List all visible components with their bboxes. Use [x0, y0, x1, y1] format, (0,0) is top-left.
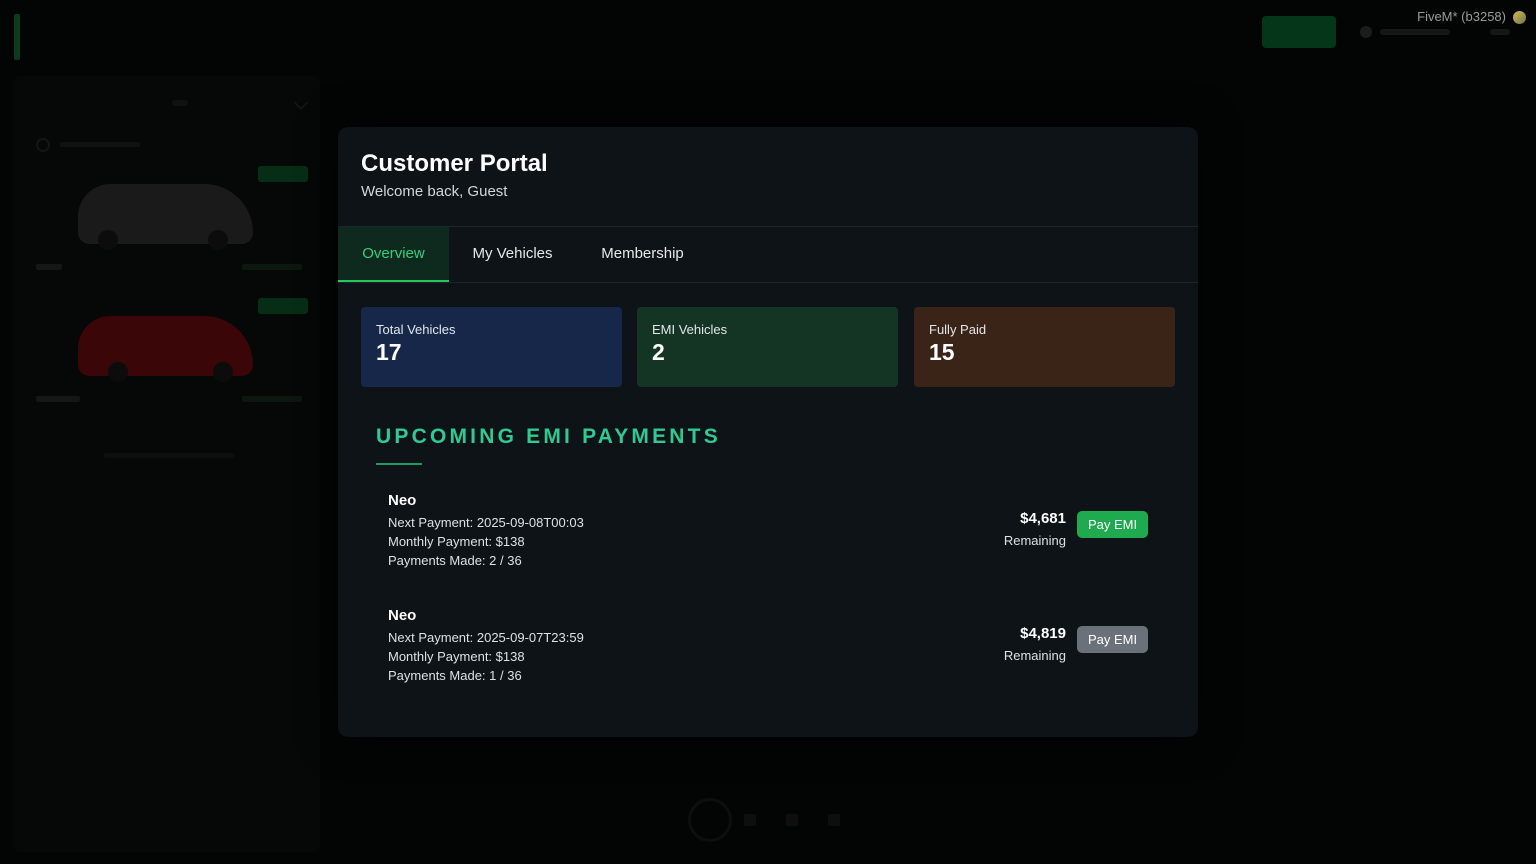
portal-tabs: Overview My Vehicles Membership	[338, 227, 1198, 283]
background-dock-icon	[786, 814, 798, 826]
background-vehicle-card	[28, 298, 308, 418]
background-car-wheel	[108, 362, 128, 382]
modal-welcome-text: Welcome back, Guest	[361, 183, 508, 200]
background-user-info	[1360, 24, 1510, 40]
stat-label: EMI Vehicles	[652, 322, 728, 337]
stat-value: 17	[376, 339, 402, 365]
stat-value: 2	[652, 339, 665, 365]
background-search-icon	[36, 138, 50, 152]
stat-card-total-vehicles: Total Vehicles 17	[361, 307, 622, 387]
pay-emi-button[interactable]: Pay EMI	[1077, 626, 1148, 653]
emi-next-payment: Next Payment: 2025-09-08T00:03	[388, 515, 584, 530]
tab-membership[interactable]: Membership	[576, 227, 709, 282]
background-dealer-title	[30, 22, 38, 47]
tab-my-vehicles[interactable]: My Vehicles	[449, 227, 576, 282]
fivem-logo-icon	[1513, 11, 1526, 24]
background-sidebar-title	[32, 88, 46, 113]
background-user-name	[1380, 29, 1450, 35]
emi-payments-made: Payments Made: 1 / 36	[388, 668, 522, 683]
stat-value: 15	[929, 339, 955, 365]
stat-label: Total Vehicles	[376, 322, 456, 337]
emi-payments-made: Payments Made: 2 / 36	[388, 553, 522, 568]
stat-card-emi-vehicles: EMI Vehicles 2	[637, 307, 898, 387]
background-count-pill	[172, 100, 188, 106]
stat-card-fully-paid: Fully Paid 15	[914, 307, 1175, 387]
emi-remaining-amount: $4,681	[1020, 510, 1066, 527]
fivem-build-tag: FiveM* (b3258)	[1417, 9, 1506, 24]
background-header-button	[1262, 16, 1336, 48]
emi-monthly-payment: Monthly Payment: $138	[388, 534, 525, 549]
background-dock-ring-icon	[688, 798, 732, 842]
background-accent-bar	[14, 14, 20, 60]
background-search	[36, 138, 156, 152]
emi-payment-item: Neo Next Payment: 2025-09-07T23:59 Month…	[376, 607, 1158, 707]
background-search-placeholder	[60, 142, 140, 147]
background-car-wheel	[208, 230, 228, 250]
pay-emi-button[interactable]: Pay EMI	[1077, 511, 1148, 538]
background-card-badge	[258, 298, 308, 314]
emi-payment-item: Neo Next Payment: 2025-09-08T00:03 Month…	[376, 492, 1158, 592]
background-vehicle-card	[28, 166, 308, 286]
background-dock-icon	[744, 814, 756, 826]
background-chevron-icon	[293, 95, 309, 111]
emi-remaining-amount: $4,819	[1020, 625, 1066, 642]
background-card-name	[36, 396, 80, 402]
background-user-avatar	[1360, 26, 1372, 38]
background-card-badge	[258, 166, 308, 182]
background-user-extra	[1490, 29, 1510, 35]
customer-portal-modal: Customer Portal Welcome back, Guest Over…	[338, 127, 1198, 737]
background-vehicle-sidebar	[14, 76, 320, 852]
emi-next-payment: Next Payment: 2025-09-07T23:59	[388, 630, 584, 645]
emi-vehicle-name: Neo	[388, 492, 417, 509]
background-sidebar-footer	[104, 453, 234, 458]
modal-header: Customer Portal Welcome back, Guest	[338, 127, 1198, 227]
background-card-name	[36, 264, 62, 270]
heading-underline	[376, 463, 422, 465]
upcoming-emi-heading: UPCOMING EMI PAYMENTS	[376, 425, 721, 448]
background-car-wheel	[98, 230, 118, 250]
emi-remaining-label: Remaining	[1003, 533, 1066, 548]
background-card-meta	[242, 396, 302, 402]
background-card-meta	[242, 264, 302, 270]
emi-remaining-label: Remaining	[1003, 648, 1066, 663]
background-dock-icon	[828, 814, 840, 826]
emi-vehicle-name: Neo	[388, 607, 417, 624]
background-dock	[688, 798, 858, 842]
emi-monthly-payment: Monthly Payment: $138	[388, 649, 525, 664]
background-car-wheel	[213, 362, 233, 382]
background-header: FiveM* (b3258)	[0, 0, 1536, 70]
modal-title: Customer Portal	[361, 150, 548, 177]
tab-overview[interactable]: Overview	[338, 227, 449, 282]
stat-label: Fully Paid	[929, 322, 987, 337]
